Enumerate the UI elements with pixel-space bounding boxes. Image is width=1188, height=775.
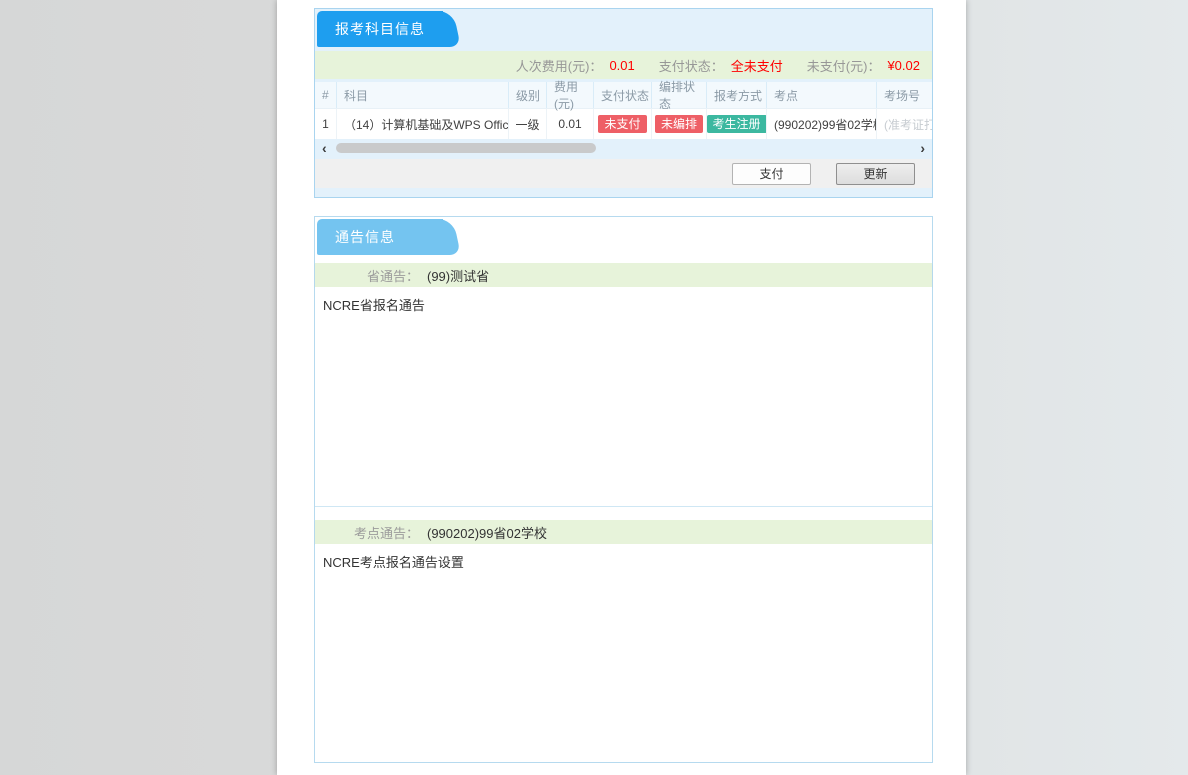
cell-level: 一级 <box>509 109 547 139</box>
column-header-subject: 科目 <box>337 82 509 108</box>
column-header-room: 考场号 <box>877 82 932 108</box>
cell-arrange-status: 未编排 <box>652 109 707 139</box>
pay-status-label: 支付状态： <box>659 56 724 75</box>
fee-label: 人次费用(元)： <box>516 56 603 75</box>
scroll-right-icon[interactable]: › <box>920 140 925 156</box>
candidate-register-badge: 考生注册 <box>707 115 767 133</box>
province-notice-content: NCRE省报名通告 <box>315 287 932 507</box>
cell-room: (准考证打印 <box>877 109 932 139</box>
column-header-arrange-status: 编排状态 <box>652 82 707 108</box>
column-header-register-mode: 报考方式 <box>707 82 767 108</box>
subject-panel-title: 报考科目信息 <box>317 11 443 47</box>
cell-register-mode: 考生注册 <box>707 109 767 139</box>
cell-index: 1 <box>315 109 337 139</box>
fee-summary-bar: 人次费用(元)： 0.01 支付状态： 全未支付 未支付(元)： ¥0.02 <box>315 51 932 79</box>
horizontal-scrollbar[interactable]: ‹ › <box>315 140 932 157</box>
table-row: 1 （14）计算机基础及WPS Office应用 一级 0.01 未支付 未编排… <box>315 108 932 139</box>
scroll-left-icon[interactable]: ‹ <box>322 140 327 156</box>
province-notice-name: (99)测试省 <box>427 266 489 285</box>
column-header-level: 级别 <box>509 82 547 108</box>
unpaid-badge: 未支付 <box>598 115 646 133</box>
column-header-index: # <box>315 82 337 108</box>
subject-action-bar: 支付 更新 <box>315 159 932 188</box>
subject-table: # 科目 级别 费用(元) 支付状态 编排状态 报考方式 考点 考场号 1 （1… <box>315 82 932 139</box>
site-notice-label: 考点通告： <box>315 523 419 542</box>
cell-subject: （14）计算机基础及WPS Office应用 <box>337 109 509 139</box>
subject-table-header-row: # 科目 级别 费用(元) 支付状态 编排状态 报考方式 考点 考场号 <box>315 82 932 108</box>
subject-panel-tab: 报考科目信息 <box>317 11 443 47</box>
notice-info-panel: 通告信息 省通告： (99)测试省 NCRE省报名通告 考点通告： (99020… <box>314 216 933 763</box>
subject-info-panel: 报考科目信息 人次费用(元)： 0.01 支付状态： 全未支付 未支付(元)： … <box>314 8 933 198</box>
cell-pay-status: 未支付 <box>594 109 652 139</box>
column-header-site: 考点 <box>767 82 877 108</box>
cell-site: (990202)99省02学校 <box>767 109 877 139</box>
province-notice-header: 省通告： (99)测试省 <box>315 263 932 287</box>
notice-panel-tab: 通告信息 <box>317 219 443 255</box>
pay-status-value: 全未支付 <box>731 56 783 75</box>
pay-button[interactable]: 支付 <box>732 163 811 185</box>
site-notice-header: 考点通告： (990202)99省02学校 <box>315 520 932 544</box>
province-notice-label: 省通告： <box>315 266 419 285</box>
unarranged-badge: 未编排 <box>655 115 703 133</box>
fee-value: 0.01 <box>609 58 634 73</box>
site-notice-name: (990202)99省02学校 <box>427 523 547 542</box>
unpaid-label: 未支付(元)： <box>807 56 881 75</box>
unpaid-value: ¥0.02 <box>887 58 920 73</box>
cell-fee: 0.01 <box>547 109 594 139</box>
column-header-pay-status: 支付状态 <box>594 82 652 108</box>
update-button[interactable]: 更新 <box>836 163 915 185</box>
content-column: 报考科目信息 人次费用(元)： 0.01 支付状态： 全未支付 未支付(元)： … <box>277 0 966 775</box>
scrollbar-thumb[interactable] <box>336 143 596 153</box>
site-notice-content: NCRE考点报名通告设置 <box>315 544 932 762</box>
notice-panel-title: 通告信息 <box>317 219 443 255</box>
column-header-fee: 费用(元) <box>547 82 594 108</box>
